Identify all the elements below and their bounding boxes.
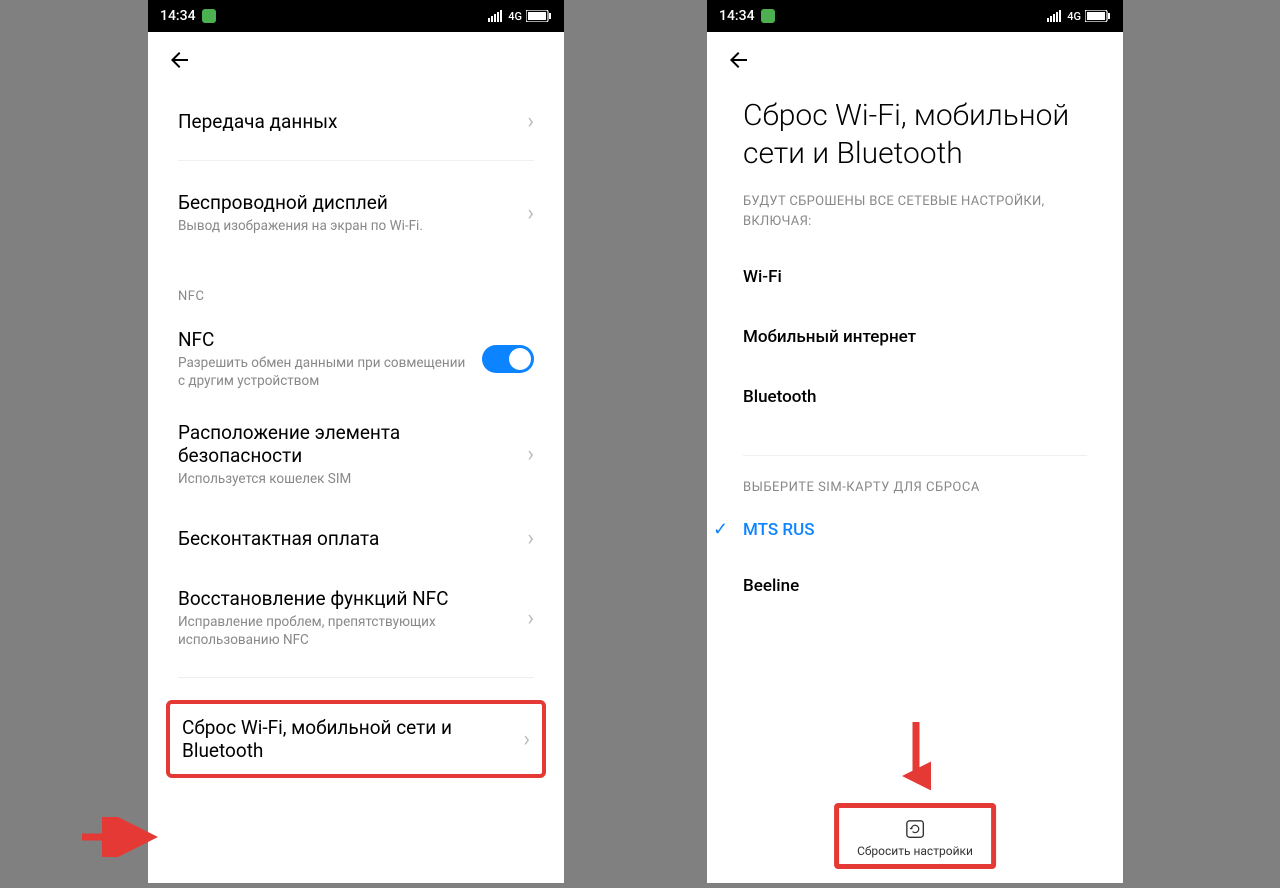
battery-icon <box>526 10 552 22</box>
reset-network-item[interactable]: Сброс Wi-Fi, мобильной сети и Bluetooth … <box>166 700 546 778</box>
nfc-title: NFC <box>178 328 470 351</box>
wireless-display-subtitle: Вывод изображения на экран по Wi-Fi. <box>178 217 515 235</box>
status-time: 14:34 <box>719 8 755 24</box>
check-icon: ✓ <box>713 519 743 540</box>
chevron-right-icon: › <box>527 606 534 631</box>
status-bar: 14:34 4G <box>148 0 564 32</box>
chevron-right-icon: › <box>527 526 534 551</box>
status-time: 14:34 <box>160 8 196 24</box>
nfc-restore-title: Восстановление функций NFC <box>178 587 515 610</box>
signal-icon <box>488 10 504 22</box>
annotation-arrow-horizontal <box>78 817 158 857</box>
contactless-title: Бесконтактная оплата <box>178 527 515 550</box>
header <box>148 32 564 87</box>
sim-option-mts[interactable]: ✓ MTS RUS <box>743 501 1087 558</box>
nfc-toggle-item[interactable]: NFC Разрешить обмен данными при совмещен… <box>178 314 534 404</box>
annotation-arrow-vertical <box>901 718 931 790</box>
reset-network-title: Сброс Wi-Fi, мобильной сети и Bluetooth <box>182 716 511 762</box>
app-indicator-icon <box>761 9 775 23</box>
bullet-mobile: Мобильный интернет <box>743 307 1087 367</box>
wireless-display-item[interactable]: Беспроводной дисплей Вывод изображения н… <box>178 165 534 261</box>
wireless-display-title: Беспроводной дисплей <box>178 191 515 214</box>
page-title: Сброс Wi-Fi, мобильной сети и Bluetooth <box>743 87 1087 192</box>
chevron-right-icon: › <box>527 442 534 467</box>
sim-mts-label: MTS RUS <box>743 520 815 540</box>
reset-icon <box>904 818 926 840</box>
chevron-right-icon: › <box>527 109 534 134</box>
data-transfer-item[interactable]: Передача данных › <box>178 87 534 156</box>
header <box>707 32 1123 87</box>
nfc-restore-item[interactable]: Восстановление функций NFC Исправление п… <box>178 573 534 663</box>
chevron-right-icon: › <box>523 727 530 752</box>
bullet-bluetooth: Bluetooth <box>743 367 1087 427</box>
bullet-wifi: Wi-Fi <box>743 247 1087 307</box>
phone-screenshot-1: 14:34 4G Передача данных › Беспроводной … <box>148 0 564 883</box>
sim-section-label: ВЫБЕРИТЕ SIM-КАРТУ ДЛЯ СБРОСА <box>743 456 1087 501</box>
sim-beeline-label: Beeline <box>743 576 799 596</box>
nfc-restore-subtitle: Исправление проблем, препятствующих испо… <box>178 613 515 649</box>
secure-element-subtitle: Используется кошелек SIM <box>178 470 515 488</box>
nfc-section-label: NFC <box>178 261 534 314</box>
network-type: 4G <box>1067 10 1081 23</box>
battery-icon <box>1085 10 1111 22</box>
secure-element-title: Расположение элемента безопасности <box>178 421 515 467</box>
reset-button-label: Сбросить настройки <box>857 844 973 858</box>
network-type: 4G <box>508 10 522 23</box>
contactless-payment-item[interactable]: Бесконтактная оплата › <box>178 504 534 573</box>
reset-caption: БУДУТ СБРОШЕНЫ ВСЕ СЕТЕВЫЕ НАСТРОЙКИ, ВК… <box>743 192 1087 247</box>
app-indicator-icon <box>202 9 216 23</box>
reset-settings-button[interactable]: Сбросить настройки <box>834 803 996 869</box>
back-button[interactable] <box>166 46 194 74</box>
secure-element-item[interactable]: Расположение элемента безопасности Испол… <box>178 405 534 504</box>
nfc-subtitle: Разрешить обмен данными при совмещении с… <box>178 354 470 390</box>
data-transfer-title: Передача данных <box>178 110 515 133</box>
back-button[interactable] <box>725 46 753 74</box>
sim-option-beeline[interactable]: Beeline <box>743 558 1087 614</box>
status-bar: 14:34 4G <box>707 0 1123 32</box>
signal-icon <box>1047 10 1063 22</box>
nfc-toggle[interactable] <box>482 345 534 373</box>
chevron-right-icon: › <box>527 201 534 226</box>
